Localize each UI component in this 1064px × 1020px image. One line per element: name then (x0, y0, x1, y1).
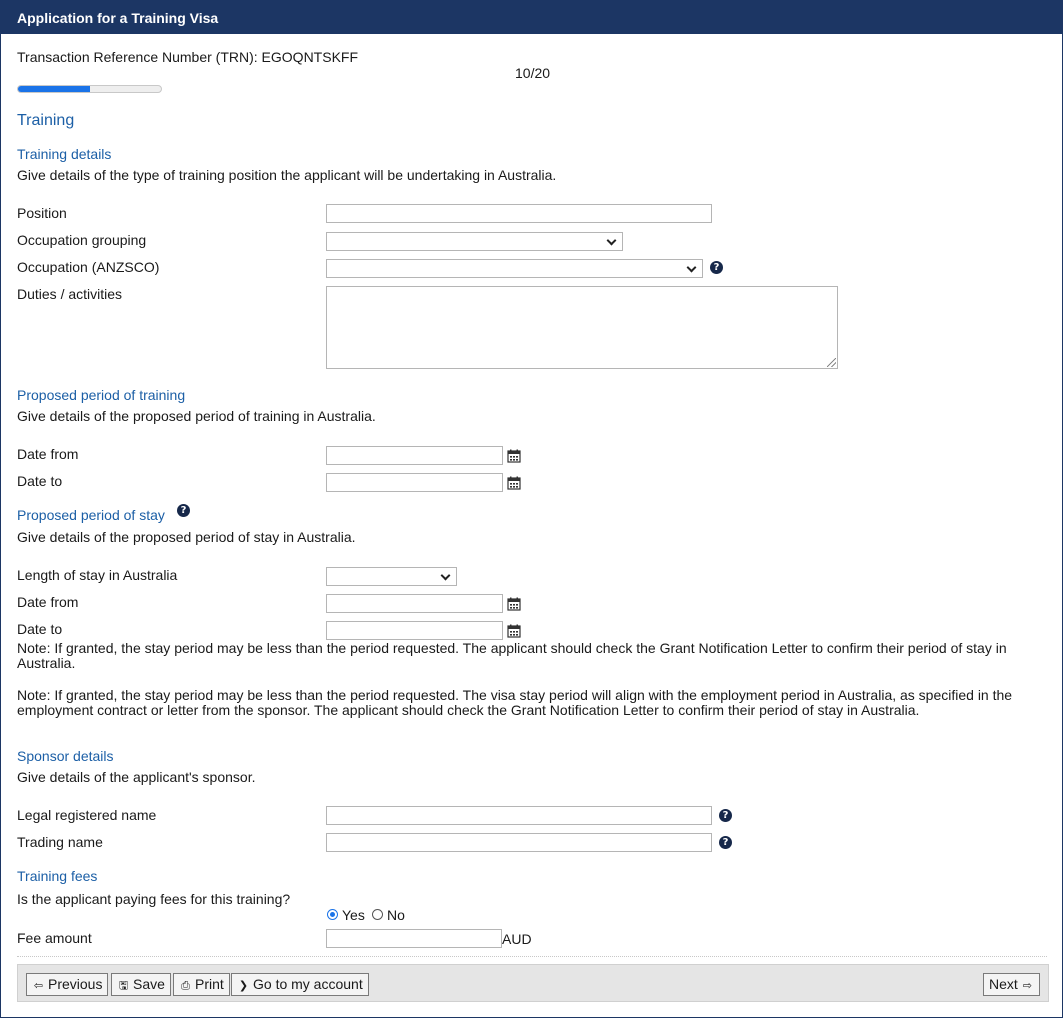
chevron-down-icon (606, 235, 617, 246)
legal-name-help-icon[interactable]: ? (719, 809, 732, 822)
stay-help-icon[interactable]: ? (177, 504, 190, 517)
save-label: Save (133, 976, 165, 992)
proposed-training-description: Give details of the proposed period of t… (17, 408, 376, 424)
occupation-grouping-select[interactable] (326, 232, 623, 251)
fees-yes-label[interactable]: Yes (342, 907, 365, 923)
sponsor-description: Give details of the applicant's sponsor. (17, 769, 256, 785)
print-label: Print (195, 976, 224, 992)
print-button[interactable]: ⎙ Print (173, 973, 230, 996)
calendar-icon[interactable] (507, 476, 521, 490)
page-title: Training (17, 112, 75, 129)
window-title: Application for a Training Visa (1, 1, 1063, 34)
save-button[interactable]: 🖫 Save (111, 973, 171, 996)
fees-yes-radio[interactable] (327, 909, 338, 920)
training-date-to-input[interactable] (326, 473, 503, 492)
fees-question: Is the applicant paying fees for this tr… (17, 891, 291, 907)
page-counter: 10/20 (515, 65, 551, 81)
chevron-right-icon: ❯ (238, 979, 249, 992)
stay-date-to-input[interactable] (326, 621, 503, 640)
next-button[interactable]: Next ⇨ (983, 973, 1040, 996)
printer-icon: ⎙ (181, 979, 190, 992)
progress-fill (18, 86, 90, 92)
fee-amount-input[interactable] (326, 929, 502, 948)
account-label: Go to my account (253, 976, 363, 992)
calendar-icon[interactable] (507, 624, 521, 638)
trading-name-input[interactable] (326, 833, 712, 852)
occupation-anzsco-label: Occupation (ANZSCO) (17, 259, 160, 275)
stay-date-from-label: Date from (17, 594, 79, 610)
occupation-anzsco-select[interactable] (326, 259, 703, 278)
trn-label: Transaction Reference Number (TRN): EGOQ… (17, 49, 359, 65)
calendar-icon[interactable] (507, 449, 521, 463)
fee-amount-label: Fee amount (17, 930, 92, 946)
floppy-disk-icon: 🖫 (118, 979, 129, 992)
position-input[interactable] (326, 204, 712, 223)
occupation-help-icon[interactable]: ? (710, 261, 723, 274)
trading-name-help-icon[interactable]: ? (719, 836, 732, 849)
stay-date-from-input[interactable] (326, 594, 503, 613)
training-date-from-input[interactable] (326, 446, 503, 465)
training-date-to-label: Date to (17, 473, 63, 489)
duties-label: Duties / activities (17, 286, 123, 302)
occupation-grouping-label: Occupation grouping (17, 232, 147, 248)
stay-note-1: Note: If granted, the stay period may be… (17, 640, 1007, 671)
chevron-down-icon (440, 570, 451, 581)
go-to-account-button[interactable]: ❯ Go to my account (231, 973, 369, 996)
duties-textarea[interactable] (326, 286, 838, 369)
training-date-from-label: Date from (17, 446, 79, 462)
progress-bar (17, 85, 162, 93)
application-window: Application for a Training Visa Transact… (0, 0, 1063, 1018)
divider (17, 956, 1047, 957)
arrow-right-icon: ⇨ (1022, 979, 1032, 992)
fees-no-radio[interactable] (372, 909, 383, 920)
fees-no-label[interactable]: No (387, 907, 405, 923)
next-label: Next (989, 976, 1018, 992)
previous-label: Previous (48, 976, 103, 992)
chevron-down-icon (686, 262, 697, 273)
resize-handle-icon[interactable] (827, 358, 836, 367)
currency-label: AUD (502, 931, 532, 947)
fees-heading: Training fees (17, 868, 98, 884)
legal-name-input[interactable] (326, 806, 712, 825)
calendar-icon[interactable] (507, 597, 521, 611)
previous-button[interactable]: ⇦ Previous (26, 973, 109, 996)
length-of-stay-select[interactable] (326, 567, 457, 586)
legal-name-label: Legal registered name (17, 807, 157, 823)
length-of-stay-label: Length of stay in Australia (17, 567, 178, 583)
sponsor-heading: Sponsor details (17, 748, 114, 764)
stay-date-to-label: Date to (17, 621, 63, 637)
proposed-training-heading: Proposed period of training (17, 387, 186, 403)
training-details-heading: Training details (17, 146, 112, 162)
training-details-description: Give details of the type of training pos… (17, 167, 557, 183)
footer-toolbar: ⇦ Previous 🖫 Save ⎙ Print ❯ Go to my account… (17, 964, 1049, 1002)
proposed-stay-description: Give details of the proposed period of s… (17, 529, 356, 545)
trading-name-label: Trading name (17, 834, 103, 850)
arrow-left-icon: ⇦ (33, 979, 44, 992)
stay-note-2: Note: If granted, the stay period may be… (17, 687, 1013, 718)
position-label: Position (17, 205, 67, 221)
proposed-stay-heading: Proposed period of stay (17, 507, 165, 523)
